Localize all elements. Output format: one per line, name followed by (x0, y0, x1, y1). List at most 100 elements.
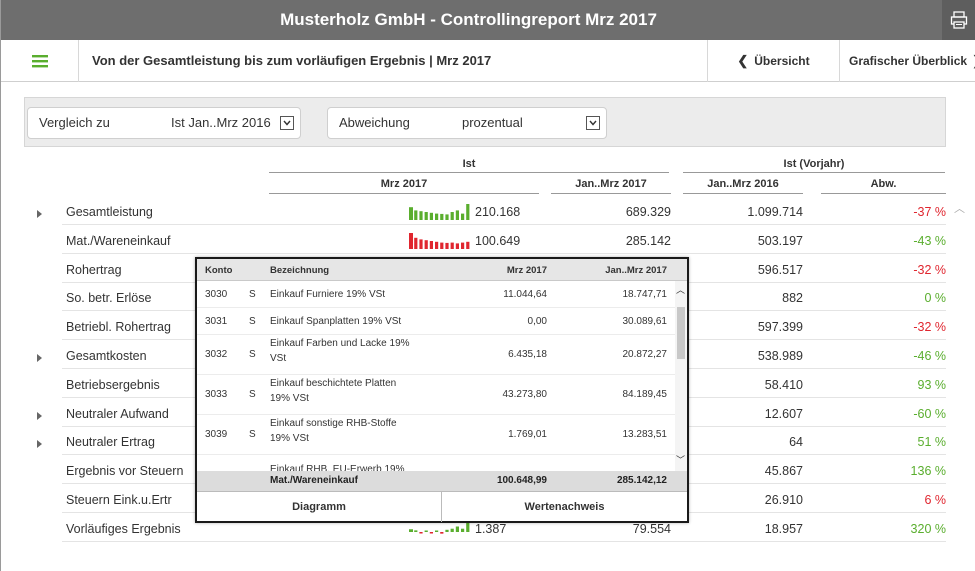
value-janmrz[interactable]: 689.329 (551, 205, 671, 219)
scroll-up-icon[interactable]: ︿ (954, 200, 965, 216)
popup-total-janmrz: 285.142,12 (616, 475, 667, 486)
value-prev-janmrz[interactable]: 64 (683, 435, 803, 449)
navigation-bar: Von der Gesamtleistung bis zum vorläufig… (1, 40, 975, 82)
expand-arrow-icon[interactable] (37, 412, 42, 420)
app-window: Musterholz GmbH - Controllingreport Mrz … (0, 0, 975, 571)
row-label: Ergebnis vor Steuern (66, 464, 184, 478)
account-side: S (249, 429, 256, 440)
column-group-ist: Ist (462, 158, 476, 170)
value-prev-janmrz[interactable]: 12.607 (683, 407, 803, 421)
compare-dropdown-toggle[interactable] (280, 116, 294, 130)
sparkline-bar (450, 528, 454, 532)
compare-filter[interactable]: Vergleich zu Ist Jan..Mrz 2016 (27, 107, 301, 139)
value-prev-janmrz[interactable]: 58.410 (683, 378, 803, 392)
chevron-left-icon: ❮ (737, 53, 749, 68)
sparkline-bar (461, 528, 465, 532)
row-divider (62, 224, 946, 225)
scrollbar-thumb[interactable] (677, 307, 685, 359)
popup-footer: Diagramm Wertenachweis (197, 491, 687, 522)
sparkline-bar (435, 241, 439, 249)
popup-row[interactable]: 3039 S Einkauf sonstige RHB-Stoffe 19% VSt 1… (197, 415, 675, 455)
account-value-janmrz: 13.283,51 (622, 429, 668, 440)
account-value-mrz: 0,00 (527, 316, 547, 327)
popup-row[interactable]: 3030 S Einkauf Furniere 19% VSt 11.044,64 18… (197, 281, 675, 308)
compare-value: Ist Jan..Mrz 2016 (171, 115, 271, 130)
scroll-up-icon[interactable]: ︿ (676, 283, 685, 296)
filter-bar: Vergleich zu Ist Jan..Mrz 2016 Abweichun… (24, 97, 946, 147)
value-prev-janmrz[interactable]: 45.867 (683, 464, 803, 478)
value-mrz[interactable]: 210.168 (475, 205, 537, 219)
sparkline-bar (455, 210, 459, 220)
account-value-mrz: 6.435,18 (508, 349, 547, 360)
deviation-dropdown-toggle[interactable] (586, 116, 600, 130)
sparkline-bar (435, 530, 439, 532)
popup-row[interactable]: 3031 S Einkauf Spanplatten 19% VSt 0,00 30.0… (197, 308, 675, 335)
account-value-mrz: 1.769,01 (508, 429, 547, 440)
value-deviation: 93 % (917, 378, 947, 392)
overview-button[interactable]: ❮ Übersicht (707, 40, 839, 82)
detail-popup: Konto Bezeichnung Mrz 2017 Jan..Mrz 2017… (195, 257, 689, 523)
divider (683, 193, 803, 194)
divider (269, 172, 669, 173)
sparkline-bar (424, 530, 428, 532)
deviation-filter[interactable]: Abweichung prozentual (327, 107, 607, 139)
sparkline-bar (461, 242, 465, 249)
scroll-down-icon[interactable]: ﹀ (676, 453, 685, 466)
value-prev-janmrz[interactable]: 1.099.714 (683, 205, 803, 219)
account-value-janmrz: 30.089,61 (622, 316, 668, 327)
menu-button[interactable] (1, 40, 79, 82)
popup-row[interactable]: 3032 S Einkauf Farben und Lacke 19% VSt 6.43… (197, 335, 675, 375)
sparkline-bar (435, 213, 439, 220)
value-prev-janmrz[interactable]: 503.197 (683, 234, 803, 248)
row-divider (62, 541, 946, 542)
popup-header-konto: Konto (205, 265, 233, 276)
value-deviation: 0 % (924, 291, 946, 305)
sparkline-bar (455, 243, 459, 249)
value-deviation: -60 % (913, 407, 946, 421)
value-janmrz[interactable]: 79.554 (551, 522, 671, 536)
value-deviation: -32 % (913, 320, 946, 334)
account-side: S (249, 389, 256, 400)
value-prev-janmrz[interactable]: 597.399 (683, 320, 803, 334)
page-title: Von der Gesamtleistung bis zum vorläufig… (92, 53, 492, 68)
value-prev-janmrz[interactable]: 26.910 (683, 493, 803, 507)
value-deviation: -32 % (913, 263, 946, 277)
popup-row[interactable]: 3033 S Einkauf beschichtete Platten 19% VSt… (197, 375, 675, 415)
sparkline-bar (424, 212, 428, 220)
expand-arrow-icon[interactable] (37, 354, 42, 362)
sparkline-bar (409, 233, 413, 249)
value-mrz[interactable]: 100.649 (475, 234, 537, 248)
row-label: Betriebsergebnis (66, 378, 160, 392)
row-label: Mat./Wareneinkauf (66, 234, 171, 248)
value-deviation: -37 % (913, 205, 946, 219)
diagram-button[interactable]: Diagramm (197, 492, 442, 522)
account-number: 3031 (205, 316, 228, 327)
proof-button[interactable]: Wertenachweis (442, 492, 687, 522)
account-description-cont: VSt (270, 353, 287, 364)
print-button[interactable] (942, 0, 975, 40)
value-janmrz[interactable]: 285.142 (551, 234, 671, 248)
value-prev-janmrz[interactable]: 596.517 (683, 263, 803, 277)
account-value-mrz: 43.273,80 (502, 389, 548, 400)
expand-arrow-icon[interactable] (37, 210, 42, 218)
sparkline-bar (440, 242, 444, 249)
sparkline-bar (461, 213, 465, 220)
popup-scrollbar[interactable]: ︿ ﹀ (675, 281, 687, 471)
deviation-label: Abweichung (339, 115, 410, 130)
graphic-overview-button[interactable]: Grafischer Überblick ❯ (839, 40, 975, 82)
sparkline-bar (429, 532, 433, 534)
sparkline-bar (419, 239, 423, 249)
value-prev-janmrz[interactable]: 538.989 (683, 349, 803, 363)
value-deviation: -46 % (913, 349, 946, 363)
popup-row[interactable]: Einkauf RHB, EU-Erwerb 19% (197, 455, 675, 471)
sparkline-bar (445, 242, 449, 249)
popup-header-mrz: Mrz 2017 (506, 265, 547, 276)
value-prev-janmrz[interactable]: 18.957 (683, 522, 803, 536)
account-description-cont: 19% VSt (270, 393, 309, 404)
expand-arrow-icon[interactable] (37, 440, 42, 448)
account-description: Einkauf beschichtete Platten (270, 378, 397, 389)
sparkline-chart (409, 233, 470, 249)
value-prev-janmrz[interactable]: 882 (683, 291, 803, 305)
value-mrz[interactable]: 1.387 (475, 522, 537, 536)
row-label: Rohertrag (66, 263, 122, 277)
